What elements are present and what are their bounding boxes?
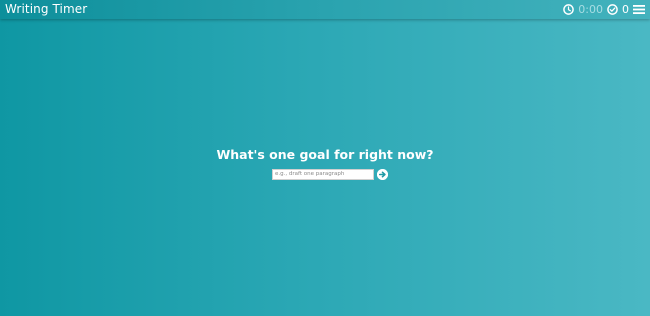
submit-goal-button[interactable] [377, 169, 388, 180]
goal-input[interactable] [272, 169, 374, 180]
goal-prompt-heading: What's one goal for right now? [216, 147, 434, 162]
main-content: What's one goal for right now? [0, 0, 650, 316]
arrow-right-circle-icon [377, 169, 388, 180]
goal-form [272, 169, 388, 180]
